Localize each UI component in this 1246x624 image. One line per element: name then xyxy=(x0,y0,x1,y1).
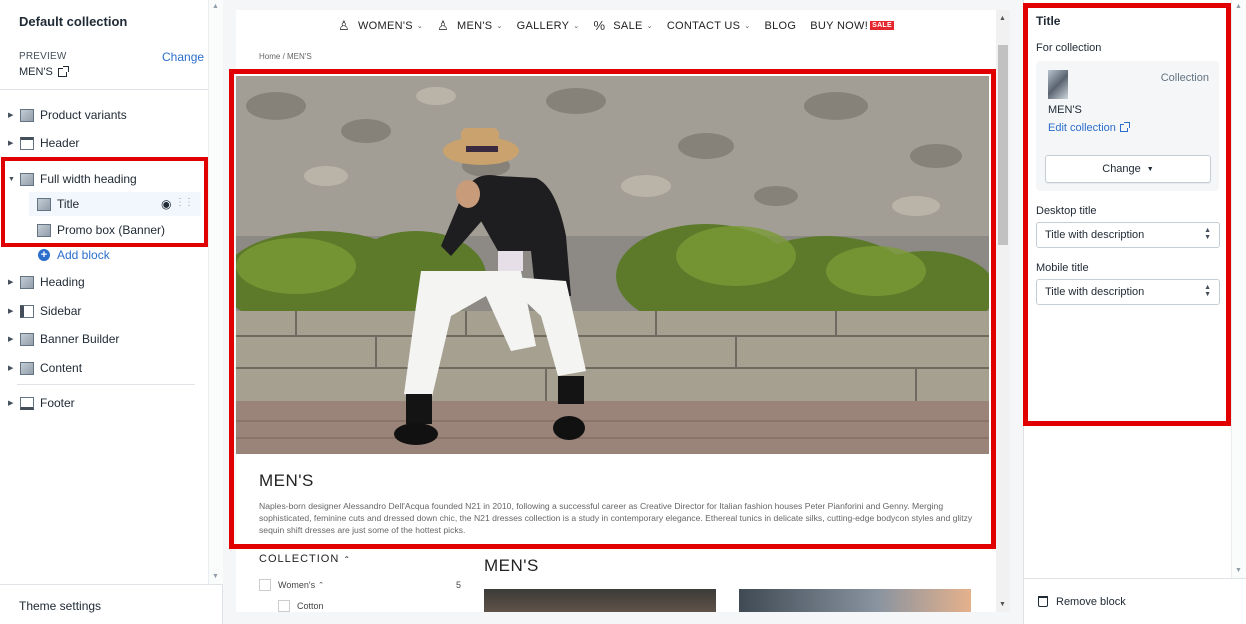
nav-label: CONTACT US xyxy=(666,19,741,32)
nav-sale[interactable]: % SALE ⌄ xyxy=(593,18,652,33)
filter-womens[interactable]: Women's ⌃ xyxy=(259,579,324,591)
section-label: Header xyxy=(40,136,80,150)
nav-womens[interactable]: ♙ WOMEN'S ⌄ xyxy=(338,18,423,34)
section-product-variants[interactable]: ▶ Product variants xyxy=(0,104,208,126)
image-icon xyxy=(20,275,34,289)
footer-icon xyxy=(20,396,34,410)
checkbox[interactable] xyxy=(259,579,271,591)
section-label: Banner Builder xyxy=(40,332,120,346)
grid-heading: MEN'S xyxy=(484,556,539,575)
chevron-down-icon: ⌄ xyxy=(416,22,424,30)
nav-buy-now[interactable]: BUY NOW! SALE xyxy=(810,20,894,32)
scrollbar[interactable]: ▲ ▼ xyxy=(208,0,223,584)
caret-right-icon: ▶ xyxy=(8,365,14,372)
plus-circle-icon: + xyxy=(38,249,50,261)
section-header[interactable]: ▶ Header xyxy=(0,132,208,154)
nav-label: SALE xyxy=(613,19,643,32)
filter-label: Women's xyxy=(278,580,316,590)
person-icon: ♙ xyxy=(338,17,350,33)
caret-right-icon: ▶ xyxy=(8,308,14,315)
page-title: Default collection xyxy=(19,14,128,29)
preview-value-text: MEN'S xyxy=(19,66,53,78)
scrollbar-thumb[interactable] xyxy=(998,45,1008,245)
scroll-up-icon[interactable]: ▲ xyxy=(1235,3,1242,10)
section-banner-builder[interactable]: ▶ Banner Builder xyxy=(0,328,208,350)
section-label: Heading xyxy=(40,275,85,289)
chevron-down-icon: ⌄ xyxy=(744,22,751,30)
left-sidebar: Default collection PREVIEW Change MEN'S … xyxy=(0,0,223,624)
section-label: Sidebar xyxy=(40,304,82,318)
content-icon xyxy=(20,361,34,375)
checkbox[interactable] xyxy=(278,600,290,612)
scrollbar[interactable]: ▲ ▼ xyxy=(1231,0,1246,578)
product-thumbnail[interactable] xyxy=(739,589,971,612)
highlight-box xyxy=(1,157,208,247)
caret-right-icon: ▶ xyxy=(8,400,14,407)
highlight-box xyxy=(1023,3,1231,426)
sale-badge: SALE xyxy=(870,21,894,30)
caret-right-icon: ▶ xyxy=(8,112,14,119)
filter-count: 5 xyxy=(456,580,462,590)
scrollbar[interactable]: ▲ ▼ xyxy=(996,10,1010,612)
section-label: Product variants xyxy=(40,108,127,122)
caret-right-icon: ▶ xyxy=(8,336,14,343)
filter-label: Cotton xyxy=(297,601,324,611)
caret-right-icon: ▶ xyxy=(8,140,14,147)
nav-label: MEN'S xyxy=(457,19,493,32)
scroll-down-icon[interactable]: ▼ xyxy=(1235,567,1242,574)
percent-icon: % xyxy=(593,18,606,33)
nav-label: WOMEN'S xyxy=(357,19,413,32)
scroll-down-icon[interactable]: ▼ xyxy=(999,601,1006,608)
chevron-down-icon: ⌄ xyxy=(573,22,580,30)
divider xyxy=(17,384,195,385)
chevron-down-icon: ⌄ xyxy=(646,22,653,30)
highlight-box xyxy=(229,69,996,549)
section-footer[interactable]: ▶ Footer xyxy=(0,392,208,414)
preview-label: PREVIEW xyxy=(19,51,67,62)
scroll-up-icon[interactable]: ▲ xyxy=(999,15,1006,22)
nav-contact[interactable]: CONTACT US ⌄ xyxy=(667,20,751,32)
scroll-down-icon[interactable]: ▼ xyxy=(212,573,219,580)
section-label: Footer xyxy=(40,396,75,410)
filter-heading-label: COLLECTION xyxy=(259,553,340,565)
store-nav: ♙ WOMEN'S ⌄ ♙ MEN'S ⌄ GALLERY ⌄ % SALE ⌄ CON… xyxy=(236,10,996,41)
add-block-button[interactable]: + Add block xyxy=(38,248,110,262)
caret-right-icon: ▶ xyxy=(8,279,14,286)
nav-label: BUY NOW! xyxy=(810,19,869,32)
section-content[interactable]: ▶ Content xyxy=(0,357,208,379)
scroll-up-icon[interactable]: ▲ xyxy=(212,3,219,10)
trash-icon xyxy=(1038,596,1048,607)
add-block-label: Add block xyxy=(57,248,110,262)
nav-label: BLOG xyxy=(764,19,797,32)
section-heading[interactable]: ▶ Heading xyxy=(0,271,208,293)
external-link-icon xyxy=(57,65,69,77)
nav-gallery[interactable]: GALLERY ⌄ xyxy=(517,20,580,32)
image-icon xyxy=(20,108,34,122)
chevron-up-icon: ⌃ xyxy=(318,582,324,589)
remove-block-button[interactable]: Remove block xyxy=(1024,578,1246,624)
nav-blog[interactable]: BLOG xyxy=(764,20,796,32)
product-thumbnail[interactable] xyxy=(484,589,716,612)
section-sidebar[interactable]: ▶ Sidebar xyxy=(0,300,208,322)
collection-filter-heading[interactable]: COLLECTION ⌃ xyxy=(259,553,351,565)
person-icon: ♙ xyxy=(437,17,450,33)
divider xyxy=(0,89,208,90)
change-preview-link[interactable]: Change xyxy=(162,50,204,64)
nav-mens[interactable]: ♙ MEN'S ⌄ xyxy=(437,18,503,34)
nav-label: GALLERY xyxy=(516,19,570,32)
chevron-up-icon: ⌃ xyxy=(343,555,352,564)
header-icon xyxy=(20,136,34,150)
image-icon xyxy=(20,332,34,346)
theme-settings-button[interactable]: Theme settings xyxy=(0,584,223,624)
remove-block-label: Remove block xyxy=(1056,595,1126,608)
breadcrumb[interactable]: Home / MEN'S xyxy=(259,52,312,61)
filter-cotton[interactable]: Cotton xyxy=(278,600,324,612)
preview-value[interactable]: MEN'S xyxy=(19,65,69,78)
sidebar-icon xyxy=(20,304,34,318)
section-label: Content xyxy=(40,361,83,375)
chevron-down-icon: ⌄ xyxy=(496,22,503,30)
